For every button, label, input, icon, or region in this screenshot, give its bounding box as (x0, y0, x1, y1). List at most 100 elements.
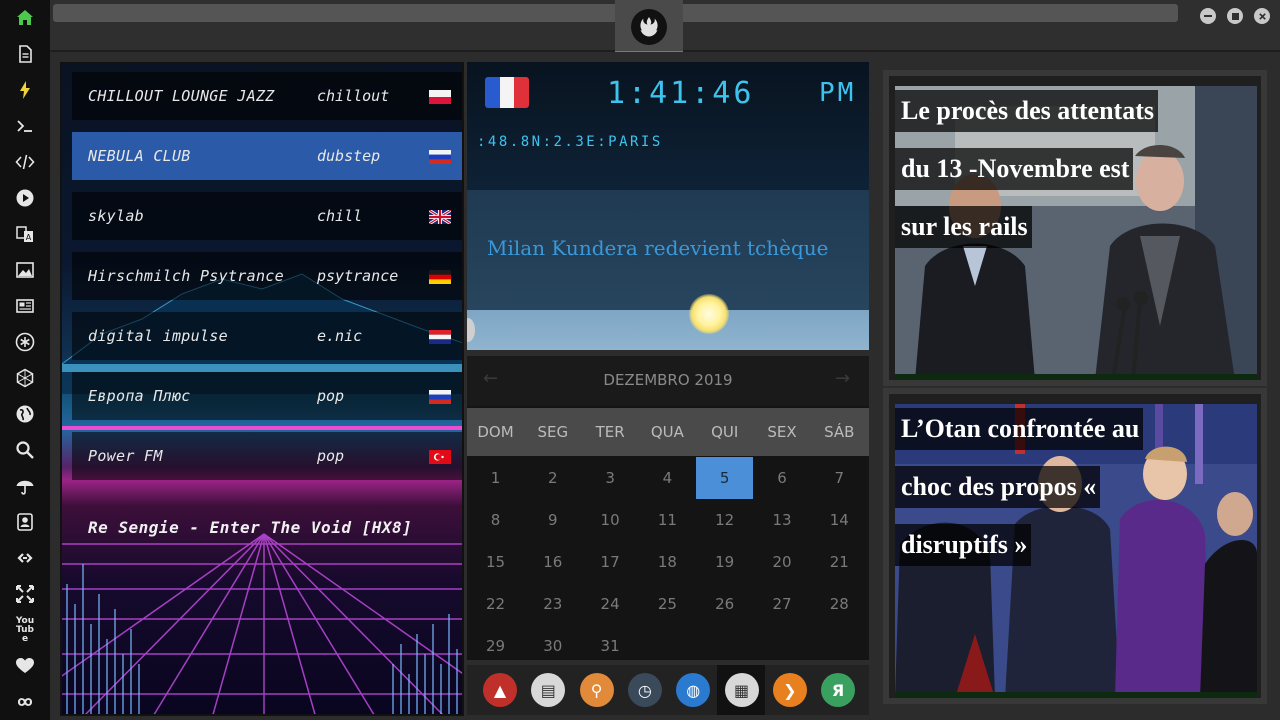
logo-tab[interactable] (615, 0, 683, 52)
calendar-app-icon[interactable]: ▦ (724, 673, 759, 707)
calendar-day[interactable]: 15 (467, 541, 524, 583)
next-month-icon[interactable]: → (835, 368, 850, 389)
station-name: CHILLOUT LOUNGE JAZZ (88, 87, 275, 105)
news-card-2[interactable]: L’Otan confrontée au choc des propos « dis… (883, 388, 1267, 704)
calendar-day[interactable]: 17 (582, 541, 639, 583)
news-card-1[interactable]: Le procès des attentats du 13 -Novembre e… (883, 70, 1267, 386)
home-icon[interactable] (13, 6, 37, 30)
link-icon[interactable] (13, 546, 37, 570)
expand-icon[interactable] (13, 582, 37, 606)
browser-globe-icon[interactable]: ◍ (676, 673, 711, 707)
radio-station-row[interactable]: NEBULA CLUB dubstep (72, 132, 462, 180)
calendar-day[interactable]: 31 (582, 625, 639, 667)
station-name: NEBULA CLUB (88, 147, 191, 165)
weekday-label: DOM (477, 423, 514, 441)
calendar-day[interactable]: 20 (754, 541, 811, 583)
clock-time: 1:41:46 (607, 76, 755, 111)
arrow-app-icon[interactable]: ❯ (772, 673, 807, 707)
calendar-day[interactable]: 9 (524, 499, 581, 541)
hexagon-icon[interactable] (13, 366, 37, 390)
calendar-day[interactable]: 27 (754, 583, 811, 625)
radio-station-row[interactable]: skylab chill (72, 192, 462, 240)
station-name: digital impulse (88, 327, 228, 345)
calendar-day[interactable]: 23 (524, 583, 581, 625)
arch-icon[interactable]: ▲ (483, 673, 517, 707)
news-ticker-headline[interactable]: Milan Kundera redevient tchèque (487, 236, 829, 260)
calendar-day[interactable]: 26 (696, 583, 753, 625)
calendar-day[interactable]: 8 (467, 499, 524, 541)
app-dock: ▲ ▤ ⚲ ◷ ◍ ▦ ❯ Я (467, 665, 869, 715)
calendar-day[interactable]: 12 (696, 499, 753, 541)
contacts-icon[interactable] (13, 510, 37, 534)
calendar-day[interactable]: 28 (811, 583, 868, 625)
news-reader-icon[interactable]: ▤ (531, 673, 566, 707)
image-icon[interactable] (13, 258, 37, 282)
play-icon[interactable] (13, 186, 37, 210)
umbrella-icon[interactable] (13, 474, 37, 498)
heart-icon[interactable] (13, 654, 37, 678)
calendar-day[interactable]: 11 (639, 499, 696, 541)
station-genre: dubstep (317, 147, 381, 165)
calendar-day[interactable]: 4 (639, 457, 696, 499)
document-icon[interactable] (13, 42, 37, 66)
news-progress-bar-2 (895, 692, 1257, 698)
calendar-day-today[interactable]: 5 (696, 457, 754, 499)
infinity-icon[interactable] (13, 690, 37, 714)
calendar-day[interactable]: 25 (639, 583, 696, 625)
search-app-icon[interactable]: ⚲ (579, 673, 614, 707)
lightning-icon[interactable] (13, 78, 37, 102)
radio-station-row[interactable]: CHILLOUT LOUNGE JAZZ chillout (72, 72, 462, 120)
station-name: skylab (88, 207, 144, 225)
yandex-icon[interactable]: Я (821, 673, 856, 707)
russia-flag-icon (429, 149, 451, 164)
news-headline-line: Le procès des attentats (895, 90, 1158, 132)
france-flag-icon (485, 77, 529, 108)
station-genre: chillout (317, 87, 390, 105)
calendar-day[interactable]: 14 (811, 499, 868, 541)
code-icon[interactable] (13, 150, 37, 174)
calendar-day[interactable]: 16 (524, 541, 581, 583)
calendar-day[interactable]: 3 (582, 457, 639, 499)
close-button[interactable] (1254, 8, 1270, 24)
newspaper-icon[interactable] (13, 294, 37, 318)
calendar-day[interactable]: 6 (754, 457, 811, 499)
calendar-day[interactable]: 19 (696, 541, 753, 583)
calendar-day[interactable]: 1 (467, 457, 524, 499)
news-progress-bar-1 (895, 374, 1257, 380)
calendar-day[interactable]: 10 (582, 499, 639, 541)
yandex-glyph: Я (831, 680, 845, 700)
clock-weather-panel: 1:41:46 PM :48.8N:2.3E:PARIS Milan Kunde… (467, 62, 869, 350)
globe-icon[interactable] (13, 402, 37, 426)
calendar-day[interactable]: 2 (524, 457, 581, 499)
calendar-day[interactable]: 29 (467, 625, 524, 667)
calendar-month-title: DEZEMBRO 2019 (603, 371, 733, 389)
calendar-day[interactable]: 13 (754, 499, 811, 541)
radio-station-row[interactable]: digital impulse e.nic (72, 312, 462, 360)
minimize-button[interactable] (1200, 8, 1216, 24)
calendar-day[interactable]: 21 (811, 541, 868, 583)
calendar-day[interactable]: 18 (639, 541, 696, 583)
poland-flag-icon (429, 89, 451, 104)
sun-icon (689, 294, 729, 334)
news-headline-line: du 13 -Novembre est (895, 148, 1134, 190)
radio-station-row[interactable]: Hirschmilch Psytrance psytrance (72, 252, 462, 300)
translate-icon[interactable]: A (13, 222, 37, 246)
calendar-day[interactable]: 22 (467, 583, 524, 625)
radio-station-row[interactable]: Power FM pop (72, 432, 462, 480)
asterisk-icon[interactable] (13, 330, 37, 354)
search-icon[interactable] (13, 438, 37, 462)
terminal-icon[interactable] (13, 114, 37, 138)
now-playing-title: Re Sengie - Enter The Void [HX8] (88, 518, 413, 537)
news-headline-line: choc des propos « (895, 466, 1101, 508)
calendar-day[interactable]: 24 (582, 583, 639, 625)
weekday-label: QUI (711, 423, 739, 441)
turkey-flag-icon (429, 449, 451, 464)
weekday-label: SÁB (824, 423, 855, 441)
radio-station-row[interactable]: Европа Плюс pop (72, 372, 462, 420)
calendar-day[interactable]: 7 (811, 457, 868, 499)
youtube-icon[interactable]: You Tube (13, 616, 37, 643)
clock-app-icon[interactable]: ◷ (627, 673, 662, 707)
rebel-alliance-icon (631, 9, 667, 45)
maximize-button[interactable] (1227, 8, 1243, 24)
calendar-day[interactable]: 30 (524, 625, 581, 667)
